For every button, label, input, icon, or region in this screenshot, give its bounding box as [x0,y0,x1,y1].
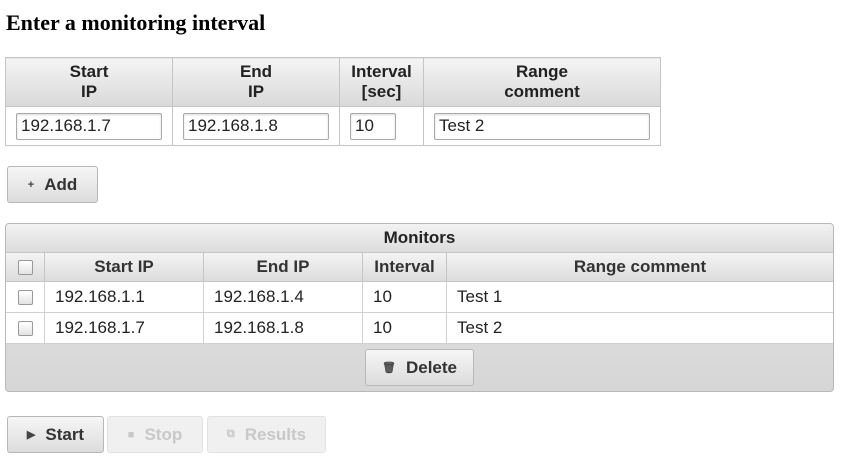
stop-button[interactable]: ■ Stop [107,416,203,453]
row-end-ip: 192.168.1.4 [203,281,363,313]
play-icon: ▶ [26,429,36,441]
select-all-header [6,253,45,282]
comment-input[interactable] [434,112,650,140]
start-button[interactable]: ▶ Start [7,416,104,453]
add-button[interactable]: + Add [7,166,98,203]
delete-button[interactable]: 🗑 Delete [365,349,474,386]
row-end-ip: 192.168.1.8 [203,312,363,344]
start-ip-header: Start IP [5,57,173,107]
stop-icon: ■ [127,428,135,441]
end-ip-input[interactable] [183,112,329,140]
comment-cell [423,106,661,146]
row-comment: Test 2 [446,312,833,344]
plus-icon: + [27,178,35,191]
row-interval: 10 [362,312,447,344]
monitors-footer: 🗑 Delete [6,344,833,391]
monitors-table: Start IP End IP Interval Range comment 1… [6,253,833,344]
col-end-ip[interactable]: End IP [203,253,363,282]
col-range-comment[interactable]: Range comment [446,253,833,282]
row-checkbox[interactable] [17,321,33,337]
end-ip-cell [172,106,340,146]
comment-header: Range comment [423,57,661,107]
table-row[interactable]: 192.168.1.7 192.168.1.8 10 Test 2 [6,312,833,344]
interval-input[interactable] [350,112,396,140]
copy-icon: ⧉ [226,428,235,440]
row-checkbox[interactable] [17,290,33,306]
select-all-checkbox[interactable] [17,260,33,276]
end-ip-header: End IP [172,57,340,107]
start-ip-cell [5,106,173,146]
results-button[interactable]: ⧉ Results [207,416,326,453]
col-interval[interactable]: Interval [362,253,447,282]
page-title: Enter a monitoring interval [6,10,266,35]
row-start-ip: 192.168.1.1 [44,281,204,313]
start-ip-input[interactable] [16,112,162,140]
monitors-panel: Monitors Start IP End IP Interval Range … [5,223,834,392]
row-comment: Test 1 [446,281,833,313]
table-row[interactable]: 192.168.1.1 192.168.1.4 10 Test 1 [6,281,833,313]
interval-header: Interval [sec] [339,57,424,107]
row-start-ip: 192.168.1.7 [44,312,204,344]
interval-cell [339,106,424,146]
col-start-ip[interactable]: Start IP [44,253,204,282]
monitors-title: Monitors [6,224,833,253]
trash-icon: 🗑 [382,362,396,374]
interval-entry-table: Start IP End IP Interval [sec] Range comment [5,57,661,146]
row-interval: 10 [362,281,447,313]
